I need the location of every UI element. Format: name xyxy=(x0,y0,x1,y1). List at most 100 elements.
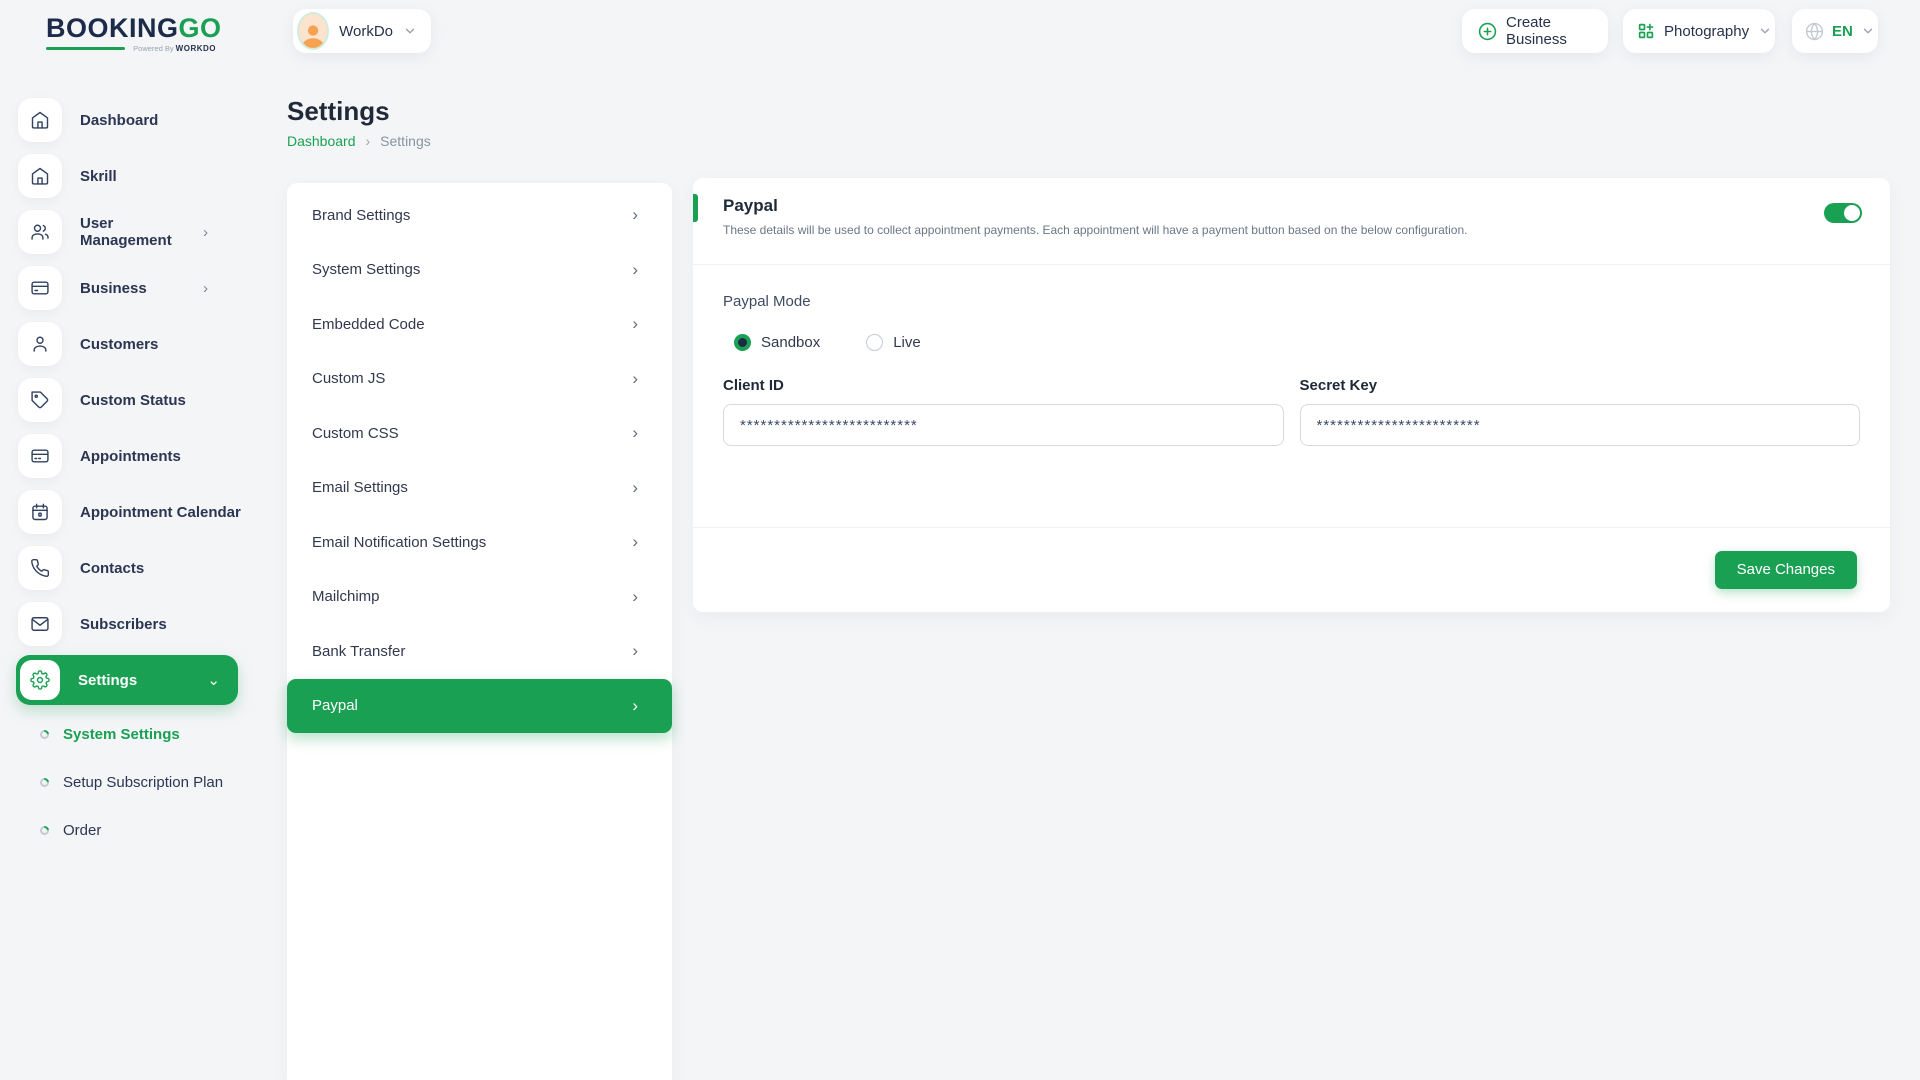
paypal-enabled-toggle[interactable] xyxy=(1824,203,1862,223)
user-icon xyxy=(18,322,62,366)
bullet-icon xyxy=(38,776,51,789)
paypal-mode-label: Paypal Mode xyxy=(723,293,1860,310)
topbar: BOOKINGGO Powered By WORKDO WorkDo Creat… xyxy=(0,0,1920,62)
brand-logo: BOOKINGGO Powered By WORKDO xyxy=(46,14,216,53)
language-label: EN xyxy=(1832,23,1853,40)
menu-item-bank-transfer[interactable]: Bank Transfer › xyxy=(287,624,672,679)
globe-icon xyxy=(1805,22,1824,41)
paypal-panel-body: Paypal Mode Sandbox Live Client ID Secre… xyxy=(693,265,1890,527)
menu-item-system-settings[interactable]: System Settings › xyxy=(287,243,672,298)
secret-key-label: Secret Key xyxy=(1300,377,1861,394)
brand-name-primary: BOOKING xyxy=(46,13,179,43)
chevron-right-icon: › xyxy=(632,696,638,716)
sidebar-item-appointments[interactable]: Appointments xyxy=(0,428,248,484)
client-id-label: Client ID xyxy=(723,377,1284,394)
bullet-icon xyxy=(38,728,51,741)
brand-logo-text: BOOKINGGO xyxy=(46,14,216,42)
subnav-item-setup-subscription-plan[interactable]: Setup Subscription Plan xyxy=(0,758,248,806)
page-title: Settings xyxy=(287,96,390,127)
menu-item-custom-css[interactable]: Custom CSS › xyxy=(287,406,672,461)
category-grid-icon xyxy=(1637,22,1655,40)
chevron-down-icon xyxy=(1758,24,1772,38)
workspace-switcher[interactable]: WorkDo xyxy=(293,9,431,53)
menu-item-email-notification-settings[interactable]: Email Notification Settings › xyxy=(287,515,672,570)
paypal-credentials: Client ID Secret Key xyxy=(723,377,1860,446)
create-business-label: Create Business xyxy=(1506,14,1592,48)
language-dropdown[interactable]: EN xyxy=(1792,9,1878,53)
business-type-label: Photography xyxy=(1664,23,1749,40)
panel-accent-bar xyxy=(693,194,698,222)
app-root: BOOKINGGO Powered By WORKDO WorkDo Creat… xyxy=(0,0,1920,1080)
paypal-panel-description: These details will be used to collect ap… xyxy=(723,223,1862,237)
paypal-panel: Paypal These details will be used to col… xyxy=(693,178,1890,612)
sidebar-item-skrill[interactable]: Skrill xyxy=(0,148,248,204)
client-id-field-group: Client ID xyxy=(723,377,1284,446)
sidebar-item-business[interactable]: Business › xyxy=(0,260,248,316)
chevron-right-icon: › xyxy=(632,369,638,389)
breadcrumb-separator: › xyxy=(366,133,371,149)
sidebar-item-customers[interactable]: Customers xyxy=(0,316,248,372)
chevron-right-icon: › xyxy=(632,587,638,607)
menu-item-custom-js[interactable]: Custom JS › xyxy=(287,352,672,407)
chevron-right-icon: › xyxy=(632,423,638,443)
home-icon xyxy=(18,98,62,142)
users-icon xyxy=(18,210,62,254)
chevron-right-icon: › xyxy=(203,224,208,241)
brand-underline xyxy=(46,47,125,50)
phone-icon xyxy=(18,546,62,590)
chevron-right-icon: › xyxy=(632,260,638,280)
save-changes-button[interactable]: Save Changes xyxy=(1715,551,1857,589)
toggle-knob xyxy=(1844,205,1860,221)
sidebar-item-user-management[interactable]: User Management › xyxy=(0,204,248,260)
menu-item-mailchimp[interactable]: Mailchimp › xyxy=(287,570,672,625)
settings-menu-card: Brand Settings › System Settings › Embed… xyxy=(287,183,672,1080)
chevron-down-icon xyxy=(1861,24,1875,38)
brand-name-accent: GO xyxy=(179,13,222,43)
secret-key-field-group: Secret Key xyxy=(1300,377,1861,446)
radio-unchecked-icon xyxy=(866,334,883,351)
subnav-item-system-settings[interactable]: System Settings xyxy=(0,710,248,758)
chevron-right-icon: › xyxy=(632,532,638,552)
chevron-right-icon: › xyxy=(632,478,638,498)
plus-circle-icon xyxy=(1478,22,1497,41)
chevron-right-icon: › xyxy=(632,641,638,661)
paypal-panel-footer: Save Changes xyxy=(693,527,1890,611)
paypal-mode-options: Sandbox Live xyxy=(723,334,1860,351)
create-business-button[interactable]: Create Business xyxy=(1462,9,1608,53)
workspace-name: WorkDo xyxy=(339,23,393,40)
radio-sandbox[interactable]: Sandbox xyxy=(734,334,820,351)
credit-card-icon xyxy=(18,434,62,478)
credit-card-icon xyxy=(18,266,62,310)
paypal-panel-header: Paypal These details will be used to col… xyxy=(693,178,1890,265)
breadcrumb-current: Settings xyxy=(380,133,431,149)
menu-item-email-settings[interactable]: Email Settings › xyxy=(287,461,672,516)
tag-icon xyxy=(18,378,62,422)
chevron-right-icon: › xyxy=(203,280,208,297)
chevron-right-icon: › xyxy=(632,314,638,334)
radio-live[interactable]: Live xyxy=(866,334,921,351)
breadcrumb-dashboard-link[interactable]: Dashboard xyxy=(287,133,356,149)
menu-item-brand-settings[interactable]: Brand Settings › xyxy=(287,188,672,243)
home-icon xyxy=(18,154,62,198)
workspace-avatar xyxy=(297,12,329,50)
chevron-down-icon xyxy=(403,24,417,38)
chevron-right-icon: › xyxy=(632,205,638,225)
sidebar-item-dashboard[interactable]: Dashboard xyxy=(0,92,248,148)
business-type-dropdown[interactable]: Photography xyxy=(1623,9,1775,53)
sidebar-item-custom-status[interactable]: Custom Status xyxy=(0,372,248,428)
secret-key-input[interactable] xyxy=(1300,404,1861,446)
subnav-item-order[interactable]: Order xyxy=(0,806,248,854)
menu-item-paypal[interactable]: Paypal › xyxy=(287,679,672,734)
brand-powered-by: Powered By WORKDO xyxy=(133,44,216,53)
sidebar-item-appointment-calendar[interactable]: Appointment Calendar xyxy=(0,484,248,540)
brand-logo-sub: Powered By WORKDO xyxy=(46,44,216,53)
gear-icon xyxy=(20,660,60,700)
menu-item-embedded-code[interactable]: Embedded Code › xyxy=(287,297,672,352)
calendar-icon xyxy=(18,490,62,534)
sidebar: Dashboard Skrill User Management › Busin… xyxy=(0,62,248,1080)
sidebar-item-subscribers[interactable]: Subscribers xyxy=(0,596,248,652)
client-id-input[interactable] xyxy=(723,404,1284,446)
mail-icon xyxy=(18,602,62,646)
sidebar-item-settings[interactable]: Settings ⌄ xyxy=(16,655,238,705)
sidebar-item-contacts[interactable]: Contacts xyxy=(0,540,248,596)
